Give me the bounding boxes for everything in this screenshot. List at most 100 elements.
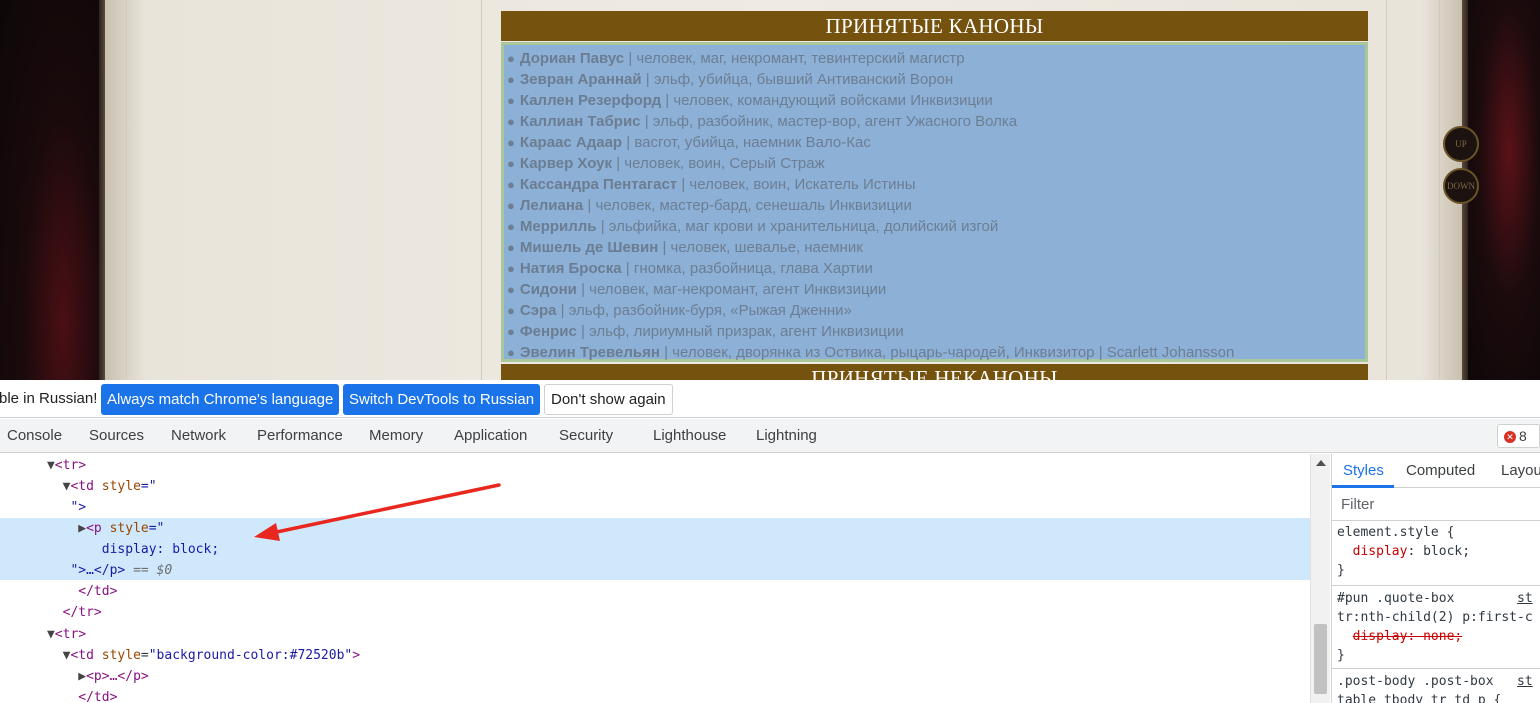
styles-filter-input[interactable]: Filter: [1332, 489, 1540, 521]
dom-node-p-collapsed[interactable]: ▶<p>…</p>: [0, 666, 1310, 687]
collapse-triangle-icon[interactable]: ▶: [78, 521, 86, 536]
scroll-up-button[interactable]: UP: [1443, 126, 1479, 162]
bullet-icon: ●: [507, 261, 515, 276]
separator: |: [581, 281, 585, 298]
switch-devtools-russian-button[interactable]: Switch DevTools to Russian: [343, 384, 541, 415]
tab-performance[interactable]: Performance: [257, 427, 343, 444]
tab-computed[interactable]: Computed: [1406, 462, 1475, 479]
webpage-viewport: ПРИНЯТЫЕ КАНОНЫ ● Дориан Павус | человек,…: [0, 0, 1540, 380]
dom-node-tr-close: </tr>: [62, 605, 102, 620]
character-name: Зевран Араннай: [519, 71, 642, 88]
separator: |: [587, 197, 592, 214]
character-list-item: ● Карвер Хоук | человек, воин, Серый Стра…: [507, 153, 1365, 174]
separator: |: [664, 344, 668, 361]
bullet-icon: ●: [507, 135, 515, 150]
dont-show-again-button[interactable]: Don't show again: [544, 384, 673, 415]
character-description: эльфийка, маг крови и хранительница, дол…: [608, 218, 999, 235]
dom-node-td-bg[interactable]: ▼<td style="background-color:#72520b">: [0, 645, 1310, 666]
scroll-down-button[interactable]: DOWN: [1443, 168, 1479, 204]
styles-tab-bar: Styles Computed Layou: [1332, 454, 1540, 488]
separator: |: [681, 176, 686, 193]
bullet-icon: ●: [507, 324, 515, 339]
expand-triangle-icon[interactable]: ▼: [47, 458, 55, 473]
rule-element-style: element.style { display: block; }: [1337, 525, 1471, 578]
bullet-icon: ●: [507, 156, 515, 171]
scroll-up-arrow-icon[interactable]: [1316, 460, 1326, 466]
character-list-item: ● Фенрис | эльф, лириумный призрак, агент…: [507, 321, 1365, 342]
separator: |: [645, 71, 650, 88]
character-list-item: ● Зевран Араннай | эльф, убийца, бывший А…: [507, 69, 1365, 90]
scrollbar-thumb[interactable]: [1314, 624, 1327, 694]
separator: |: [625, 260, 630, 277]
character-description: человек, воин, Искатель Истины: [689, 176, 916, 193]
character-name: Меррилль: [519, 218, 597, 235]
tab-layout[interactable]: Layou: [1501, 462, 1540, 479]
tab-sources[interactable]: Sources: [89, 427, 144, 444]
character-list-item: ● Кассандра Пентагаст | человек, воин, Ис…: [507, 174, 1365, 195]
character-list-item: ● Каллен Резерфорд | человек, командующий…: [507, 90, 1365, 111]
character-name: Натия Броска: [519, 260, 622, 277]
tab-memory[interactable]: Memory: [369, 427, 423, 444]
character-name: Дориан Павус: [519, 50, 625, 67]
language-message: ble in Russian!: [0, 390, 98, 407]
bullet-icon: ●: [507, 93, 515, 108]
tab-application[interactable]: Application: [454, 427, 527, 444]
character-description: человек, маг-некромант, агент Инквизиции: [589, 281, 887, 298]
character-name: Каллен Резерфорд: [519, 92, 662, 109]
always-match-language-button[interactable]: Always match Chrome's language: [101, 384, 340, 415]
separator: |: [665, 92, 670, 109]
elements-scrollbar[interactable]: [1310, 454, 1330, 703]
error-count-badge[interactable]: ✕8 ▲: [1497, 424, 1540, 466]
character-description: человек, воин, Серый Страж: [624, 155, 825, 172]
character-name: Карвер Хоук: [519, 155, 613, 172]
character-name: Лелиана: [519, 197, 584, 214]
bullet-icon: ●: [507, 177, 515, 192]
rule-post-body: .post-body .post-box st table tbody tr t…: [1337, 674, 1533, 703]
tab-lightning[interactable]: Lightning: [756, 427, 817, 444]
error-icon: ✕: [1504, 431, 1516, 444]
tab-lighthouse[interactable]: Lighthouse: [653, 427, 726, 444]
devtools-language-infobar: ble in Russian! Always match Chrome's la…: [0, 380, 1540, 418]
dom-node-p-style-value: display: block;: [101, 542, 220, 557]
separator: |: [580, 323, 585, 340]
character-description: эльф, лириумный призрак, агент Инквизици…: [589, 323, 904, 340]
bullet-icon: ●: [507, 219, 515, 234]
left-decorative-background: [0, 0, 105, 380]
tab-styles[interactable]: Styles: [1343, 462, 1384, 479]
bullet-icon: ●: [507, 303, 515, 318]
separator: |: [600, 218, 605, 235]
tab-network[interactable]: Network: [171, 427, 226, 444]
expand-triangle-icon[interactable]: ▼: [47, 627, 55, 642]
character-name: Мишель де Шевин: [519, 239, 659, 256]
canon-heading: ПРИНЯТЫЕ КАНОНЫ: [501, 11, 1368, 41]
collapse-triangle-icon[interactable]: ▶: [78, 669, 86, 684]
character-description: человек, мастер-бард, сенешаль Инквизици…: [595, 197, 912, 214]
bullet-icon: ●: [507, 72, 515, 87]
character-description: эльф, разбойник-буря, «Рыжая Дженни»: [568, 302, 852, 319]
character-description: васгот, убийца, наемник Вало-Кас: [634, 134, 871, 151]
dom-node-tr[interactable]: ▼<tr>: [0, 455, 1310, 476]
tab-security[interactable]: Security: [559, 427, 613, 444]
character-description: человек, шевалье, наемник: [670, 239, 863, 256]
devtools-tab-bar: Console Sources Network Performance Memo…: [0, 419, 1540, 466]
character-name: Сидони: [519, 281, 577, 298]
styles-pane: Styles Computed Layou Filter element.sty…: [1331, 454, 1540, 703]
bullet-icon: ●: [507, 114, 515, 129]
dom-node-tr[interactable]: ▼<tr>: [0, 624, 1310, 645]
character-list-item: ● Дориан Павус | человек, маг, некромант,…: [507, 48, 1365, 69]
character-list-item: ● Сидони | человек, маг-некромант, агент …: [507, 279, 1365, 300]
bullet-icon: ●: [507, 345, 515, 360]
tab-console[interactable]: Console: [7, 427, 62, 444]
character-description: эльф, разбойник, мастер-вор, агент Ужасн…: [652, 113, 1018, 130]
character-name: Каллиан Табрис: [519, 113, 641, 130]
dom-node-p-selected[interactable]: ▶<p style=": [0, 518, 1310, 539]
dom-node-td[interactable]: ▼<td style=": [0, 476, 1310, 497]
character-list-item: ● Натия Броска | гномка, разбойница, глав…: [507, 258, 1365, 279]
noncanon-heading: ПРИНЯТЫЕ НЕКАНОНЫ: [501, 364, 1368, 380]
bullet-icon: ●: [507, 240, 515, 255]
separator: |: [560, 302, 565, 319]
character-list-item: ● Меррилль | эльфийка, маг крови и хранит…: [507, 216, 1365, 237]
character-list-item: ● Лелиана | человек, мастер-бард, сенешал…: [507, 195, 1365, 216]
elements-dom-tree: ▼<tr> ▼<td style=" "> ▶<p style=" displa…: [0, 454, 1310, 703]
character-name: Караас Адаар: [519, 134, 623, 151]
